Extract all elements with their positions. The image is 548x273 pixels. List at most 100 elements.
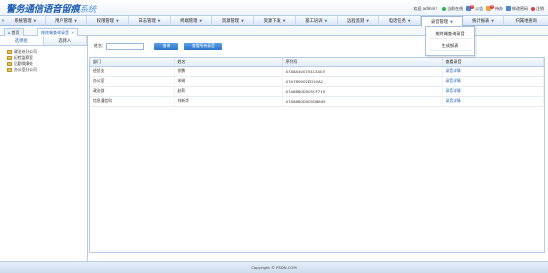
- todo-count-badge: 0: [490, 4, 494, 9]
- menu-item-generate-report[interactable]: 生成报表: [429, 41, 471, 51]
- folder-icon: [7, 62, 12, 66]
- logout-label: 注销: [536, 5, 544, 11]
- online-status[interactable]: 当前在线: [442, 6, 463, 12]
- notice-count-badge: 0: [470, 4, 475, 9]
- chevron-down-icon: ▼: [115, 18, 119, 23]
- menu-label: 电话任务: [388, 18, 406, 24]
- menu-label: 日志管理: [138, 18, 156, 24]
- tab-label: 首页: [11, 29, 20, 35]
- online-status-label: 当前在线: [447, 5, 464, 11]
- column-header-name[interactable]: 姓名: [174, 58, 283, 67]
- tree-node-label: 办公室分公司: [14, 67, 37, 72]
- menu-item-monitoring[interactable]: 远程监测 ▼: [338, 15, 380, 26]
- app-window: 警务通信语音留痕系统 欢迎 admin！ 当前在线 0 公告 0 待办 修改密码: [0, 0, 548, 273]
- tab-terminal-recording-query[interactable]: 按终端查询录音 ×: [37, 28, 79, 36]
- cell-department: 信息通信科: [90, 96, 175, 107]
- table-row[interactable]: 政治部 赵莉 X7A8880D005CF719 录音详情: [90, 86, 544, 97]
- table-header-row: 部门 姓名 序列号 查看录音: [90, 58, 544, 67]
- cell-serial: X7A8880D005D8805: [282, 96, 443, 107]
- cell-serial: X7A7B9002ED10A2: [282, 76, 443, 87]
- chevron-down-icon: ▼: [491, 18, 494, 23]
- menu-item-phone-tasks[interactable]: 电话任务 ▼: [379, 15, 421, 26]
- cell-name: 刘新华: [174, 96, 283, 107]
- logout-link[interactable]: 注销: [531, 6, 544, 12]
- cell-department: 政治部: [90, 86, 175, 97]
- cell-department: 办公室: [90, 76, 175, 87]
- change-password-label: 修改密码: [512, 5, 528, 11]
- menu-label: 终端管理: [180, 18, 198, 24]
- menu-label: 统计报表: [472, 18, 490, 24]
- tab-label: 按终端查询录音: [41, 29, 69, 35]
- header: 警务通信语音留痕系统 欢迎 admin！ 当前在线 0 公告 0 待办 修改密码: [0, 0, 548, 15]
- chevron-down-icon: ▼: [366, 18, 369, 23]
- chevron-down-icon: ▼: [33, 18, 37, 23]
- cell-serial: X7A8A40070413A03: [282, 66, 443, 77]
- recording-details-link[interactable]: 录音详情: [442, 86, 544, 97]
- notice-label: 公告: [475, 5, 484, 11]
- copyright-text: Copyright © PSDN.COM: [251, 265, 297, 270]
- recording-details-link[interactable]: 录音详情: [442, 76, 544, 87]
- footer: Copyright © PSDN.COM: [0, 261, 548, 273]
- menu-item-resources[interactable]: 资源管理 ▼: [212, 15, 255, 26]
- menu-item-users[interactable]: 用户管理 ▼: [46, 15, 88, 26]
- left-panel: 选择组 选择人 政治处分公司 纪检监察室 后勤保障处 办公室分公司: [0, 36, 88, 261]
- menu-item-terminals[interactable]: 终端管理 ▼: [171, 15, 213, 26]
- column-header-department[interactable]: 部门: [90, 58, 175, 67]
- table-row[interactable]: 经侦支 徐鹏 X7A8A40070413A03 录音详情: [90, 66, 544, 77]
- change-password-link[interactable]: 修改密码: [506, 6, 528, 12]
- tab-select-group[interactable]: 选择组: [0, 36, 44, 45]
- menu-label: 用户管理: [55, 18, 73, 24]
- tree-node[interactable]: 办公室分公司: [7, 67, 87, 73]
- close-icon[interactable]: ×: [71, 30, 74, 35]
- folder-icon: [7, 56, 12, 60]
- folder-icon: [7, 50, 12, 54]
- left-panel-tabs: 选择组 选择人: [0, 36, 87, 46]
- header-toolbar: 欢迎 admin！ 当前在线 0 公告 0 待办 修改密码 注销: [413, 5, 544, 12]
- app-logo: 警务通信语音留痕系统: [6, 4, 97, 15]
- cell-department: 经侦支: [90, 66, 175, 77]
- org-tree: 政治处分公司 纪检监察室 后勤保障处 办公室分公司: [0, 46, 87, 73]
- online-dot-icon: [442, 6, 447, 11]
- todo-label: 待办: [495, 5, 503, 11]
- main-content: 姓名: 查询 查看所有录音 部门 姓名 序列号 查看录音 经侦支 徐鹏 X7A8…: [89, 36, 548, 261]
- welcome-text: 欢迎 admin！: [413, 5, 440, 11]
- menu-label: 归属地查询: [515, 18, 537, 24]
- menu-item-permissions[interactable]: 权限管理 ▼: [87, 15, 130, 26]
- logout-icon: [531, 6, 535, 11]
- menu-item-resource-dispatch[interactable]: 资源下发 ▼: [254, 15, 296, 26]
- edit-icon: [506, 6, 511, 11]
- menu-label: 录音管理: [430, 19, 449, 25]
- main-menu: « 系统管理 ▼ 用户管理 ▼ 权限管理 ▼ 日志管理 ▼ 终端管理 ▼ 资源管理 ▼ 资源…: [0, 15, 548, 27]
- column-header-view-recording[interactable]: 查看录音: [442, 58, 544, 67]
- column-header-serial[interactable]: 序列号: [282, 58, 443, 67]
- menu-item-system[interactable]: 系统管理 ▼: [6, 15, 46, 26]
- recording-details-link[interactable]: 录音详情: [442, 96, 544, 107]
- query-button[interactable]: 查询: [154, 42, 179, 50]
- chevron-down-icon: ▼: [282, 18, 286, 23]
- chevron-down-icon: ▼: [74, 18, 77, 23]
- cell-serial: X7A8880D005CF719: [282, 86, 443, 97]
- tab-home[interactable]: ⌂ 首页: [4, 28, 24, 36]
- search-bar: 姓名: 查询 查看所有录音: [89, 41, 548, 51]
- notice-link[interactable]: 0 公告: [466, 4, 484, 12]
- table-row[interactable]: 办公室 宋琳 X7A7B9002ED10A2 录音详情: [90, 76, 544, 87]
- menu-item-training[interactable]: 基工培训 ▼: [296, 15, 338, 26]
- recording-details-link[interactable]: 录音详情: [442, 66, 544, 77]
- menu-item-query-by-terminal[interactable]: 按终端查询录音: [429, 29, 471, 39]
- chevron-down-icon: ▼: [407, 18, 411, 23]
- name-search-input[interactable]: [106, 42, 145, 50]
- menu-item-reports[interactable]: 统计报表 ▼: [463, 15, 505, 26]
- table-row[interactable]: 信息通信科 刘新华 X7A8880D005D8805 录音详情: [90, 96, 544, 107]
- cell-name: 宋琳: [174, 76, 283, 87]
- menu-label: 基工培训: [305, 18, 323, 24]
- menu-label: 权限管理: [96, 18, 114, 24]
- menu-item-location-query[interactable]: 归属地查询: [504, 16, 548, 26]
- menu-item-recordings[interactable]: 录音管理 ▼: [421, 15, 463, 27]
- chevron-down-icon: ▼: [324, 18, 328, 23]
- menu-label: 资源管理: [221, 18, 240, 24]
- menu-item-logs[interactable]: 日志管理 ▼: [129, 15, 171, 26]
- chevron-down-icon: ▼: [450, 19, 453, 24]
- todo-link[interactable]: 0 待办: [486, 4, 503, 12]
- view-all-recordings-button[interactable]: 查看所有录音: [184, 42, 223, 50]
- tab-select-person[interactable]: 选择人: [43, 36, 87, 45]
